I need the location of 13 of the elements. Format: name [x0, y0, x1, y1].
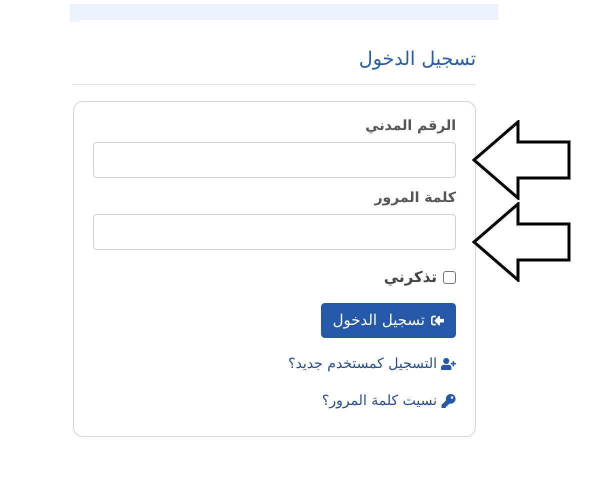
input-field[interactable] [93, 142, 456, 178]
user-plus-icon [441, 357, 456, 371]
checkbox[interactable] [443, 270, 456, 284]
login-button[interactable]: تسجيل الدخول [320, 302, 456, 338]
field-label: الرقم المدني [364, 117, 456, 136]
sign-in-icon [431, 314, 444, 326]
page-title: تسجيل الدخول [358, 47, 476, 72]
field-label: كلمة المرور [372, 189, 456, 208]
input-field[interactable] [93, 214, 456, 250]
link[interactable]: التسجيل كمستخدم جديد؟ [288, 354, 456, 374]
checkbox-label: تذكرني [384, 267, 437, 288]
key-icon [441, 394, 456, 408]
link[interactable]: نسيت كلمة المرور؟ [322, 390, 456, 412]
